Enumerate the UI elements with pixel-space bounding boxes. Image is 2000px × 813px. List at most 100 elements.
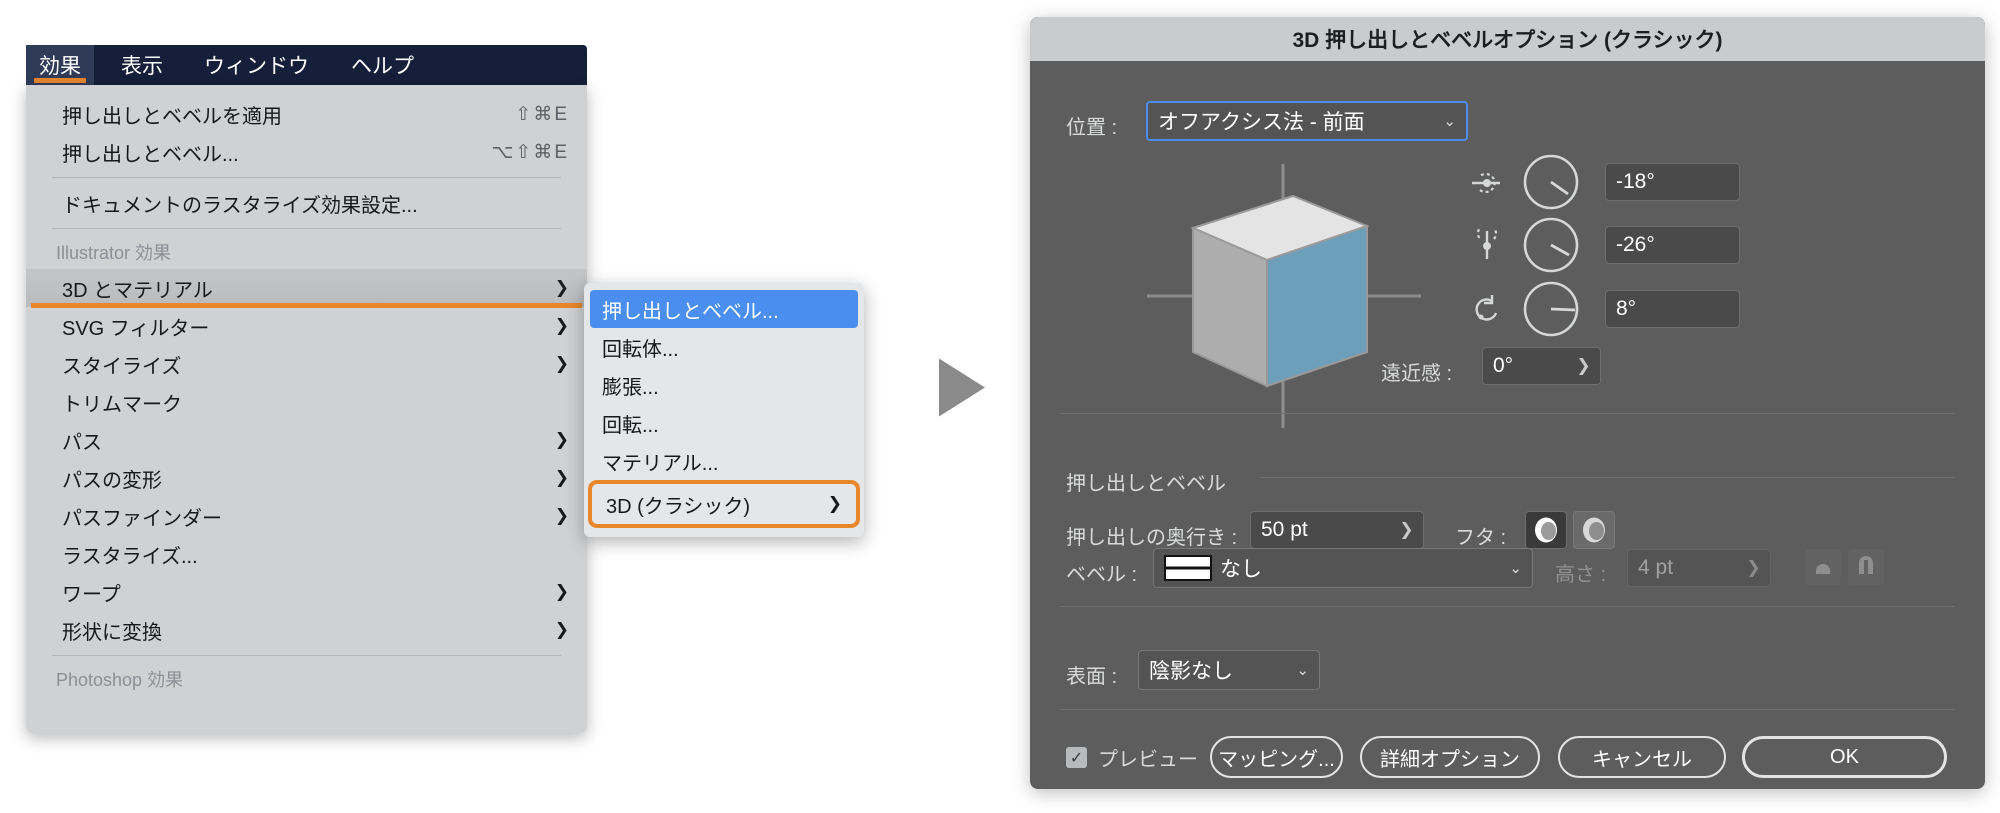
- preview-label: プレビュー: [1098, 749, 1198, 771]
- rotate-y-value: -26°: [1616, 233, 1655, 256]
- bevel-height-input: 4 pt: [1627, 549, 1737, 587]
- perspective-input[interactable]: 0°: [1482, 347, 1567, 385]
- position-select[interactable]: オフアクシス法 - 前面 ⌄: [1146, 101, 1468, 141]
- divider: [1060, 606, 1955, 607]
- cancel-button-label: キャンセル: [1592, 748, 1692, 771]
- menu-item-trim-marks[interactable]: トリムマーク: [26, 383, 587, 421]
- cap-label: フタ :: [1455, 527, 1507, 549]
- menu-group-label: Photoshop 効果: [56, 670, 184, 690]
- surface-select[interactable]: 陰影なし ⌄: [1138, 650, 1320, 690]
- cap-solid-button[interactable]: [1525, 511, 1567, 549]
- rotate-z-input[interactable]: 8°: [1605, 290, 1740, 328]
- ok-button-label: OK: [1830, 745, 1859, 768]
- menubar-item-view[interactable]: 表示: [108, 45, 176, 85]
- advanced-options-label: 詳細オプション: [1380, 748, 1520, 771]
- preview-checkbox-row[interactable]: ✓ プレビュー: [1066, 743, 1198, 772]
- 3d-materials-submenu: 押し出しとベベル... 回転体... 膨張... 回転... マテリアル... …: [584, 283, 864, 537]
- flow-arrow-icon: [935, 357, 989, 424]
- menu-item-path-distort[interactable]: パスの変形 ❯: [26, 459, 587, 497]
- menubar-item-help[interactable]: ヘルプ: [338, 45, 427, 85]
- chevron-down-icon: ⌄: [1296, 662, 1309, 679]
- bevel-height-stepper: ❯: [1737, 549, 1771, 587]
- menu-item-label: パスの変形: [62, 469, 162, 492]
- menu-item-path[interactable]: パス ❯: [26, 421, 587, 459]
- submenu-item-label: 膨張...: [602, 376, 659, 399]
- menu-item-apply-extrude-bevel[interactable]: 押し出しとベベルを適用 ⇧⌘E: [26, 95, 587, 133]
- ok-button[interactable]: OK: [1742, 736, 1947, 778]
- rotate-z-dial[interactable]: [1522, 280, 1580, 343]
- menu-item-convert-to-shape[interactable]: 形状に変換 ❯: [26, 611, 587, 649]
- rotate-y-dial[interactable]: [1522, 216, 1580, 279]
- menu-item-svg-filters[interactable]: SVG フィルター ❯: [26, 307, 587, 345]
- chevron-right-icon: ❯: [554, 506, 569, 525]
- position-label: 位置 :: [1066, 117, 1118, 139]
- menu-item-3d-and-materials[interactable]: 3D とマテリアル ❯: [26, 269, 587, 308]
- submenu-item-3d-classic[interactable]: 3D (クラシック) ❯: [588, 480, 860, 528]
- submenu-item-extrude-bevel[interactable]: 押し出しとベベル...: [590, 290, 858, 328]
- menubar-item-window[interactable]: ウィンドウ: [191, 45, 322, 85]
- menu-item-shortcut: ⇧⌘E: [515, 103, 569, 125]
- effects-dropdown-menu: 押し出しとベベルを適用 ⇧⌘E 押し出しとベベル... ⌥⇧⌘E ドキュメントの…: [26, 85, 587, 733]
- chevron-right-icon: ❯: [554, 430, 569, 449]
- menu-item-label: トリムマーク: [62, 393, 182, 416]
- submenu-item-label: 回転...: [602, 414, 659, 437]
- cancel-button[interactable]: キャンセル: [1558, 736, 1726, 778]
- rotate-x-dial[interactable]: [1522, 153, 1580, 216]
- bevel-select[interactable]: なし ⌄: [1153, 548, 1533, 588]
- menu-item-warp[interactable]: ワープ ❯: [26, 573, 587, 611]
- menu-item-label: パス: [62, 431, 102, 454]
- extrude-depth-stepper[interactable]: ❯: [1390, 511, 1424, 549]
- preview-checkbox[interactable]: ✓: [1066, 747, 1087, 768]
- submenu-item-revolve[interactable]: 回転体...: [584, 328, 864, 366]
- divider: [1060, 413, 1955, 414]
- submenu-item-rotate[interactable]: 回転...: [584, 404, 864, 442]
- menubar-item-label: 表示: [121, 55, 163, 78]
- menu-item-pathfinder[interactable]: パスファインダー ❯: [26, 497, 587, 535]
- menu-item-label: スタイライズ: [62, 355, 182, 378]
- page-title: 3D 押し出しとベベルオプション (クラシック): [1292, 29, 1723, 52]
- effects-menu-panel: 効果 表示 ウィンドウ ヘルプ 押し出しとベベルを適用 ⇧⌘E 押し出しとベベル…: [26, 45, 864, 733]
- menu-group-label: Illustrator 効果: [56, 243, 172, 263]
- chevron-down-icon: ⌄: [1443, 113, 1456, 130]
- menu-item-extrude-bevel[interactable]: 押し出しとベベル... ⌥⇧⌘E: [26, 133, 587, 171]
- position-select-value: オフアクシス法 - 前面: [1158, 111, 1365, 134]
- rotate-x-value: -18°: [1616, 170, 1655, 193]
- submenu-item-inflate[interactable]: 膨張...: [584, 366, 864, 404]
- extrude-depth-input[interactable]: 50 pt: [1250, 511, 1390, 549]
- chevron-right-icon: ❯: [1399, 520, 1414, 539]
- mapping-button[interactable]: マッピング...: [1210, 736, 1343, 778]
- check-icon: ✓: [1069, 749, 1084, 767]
- menu-item-shortcut: ⌥⇧⌘E: [491, 141, 569, 163]
- perspective-stepper[interactable]: ❯: [1567, 347, 1601, 385]
- extrude-depth-value: 50 pt: [1261, 518, 1308, 541]
- submenu-item-label: マテリアル...: [602, 452, 719, 475]
- advanced-options-button[interactable]: 詳細オプション: [1360, 736, 1540, 778]
- rotate-x-input[interactable]: -18°: [1605, 163, 1740, 201]
- menu-item-stylize[interactable]: スタイライズ ❯: [26, 345, 587, 383]
- bevel-label: ベベル :: [1066, 564, 1138, 586]
- mapping-button-label: マッピング...: [1218, 748, 1335, 771]
- menubar-item-label: ウィンドウ: [204, 55, 309, 78]
- menu-item-label: ドキュメントのラスタライズ効果設定...: [62, 194, 418, 217]
- rotate-y-input[interactable]: -26°: [1605, 226, 1740, 264]
- chevron-right-icon: ❯: [554, 582, 569, 601]
- rotate-y-icon: [1470, 223, 1504, 268]
- extrude-section-header: 押し出しとベベル: [1066, 473, 1226, 495]
- chevron-right-icon: ❯: [554, 354, 569, 373]
- submenu-item-label: 3D (クラシック): [606, 495, 751, 518]
- bevel-height-value: 4 pt: [1638, 556, 1674, 579]
- menubar-item-effect[interactable]: 効果: [26, 45, 94, 85]
- menu-item-document-raster-settings[interactable]: ドキュメントのラスタライズ効果設定...: [26, 184, 587, 222]
- menu-item-rasterize[interactable]: ラスタライズ...: [26, 535, 587, 573]
- 3d-extrude-bevel-options-dialog: 3D 押し出しとベベルオプション (クラシック) 位置 : オフアクシス法 - …: [1030, 17, 1985, 789]
- menu-item-label: SVG フィルター: [62, 317, 210, 340]
- menubar-item-label: ヘルプ: [351, 55, 414, 78]
- surface-label: 表面 :: [1066, 666, 1118, 688]
- menu-group-illustrator-effects: Illustrator 効果: [26, 235, 587, 269]
- cap-hollow-button[interactable]: [1573, 511, 1615, 549]
- submenu-item-materials[interactable]: マテリアル...: [584, 442, 864, 480]
- cube-preview[interactable]: [1135, 156, 1435, 441]
- extrude-depth-label: 押し出しの奥行き :: [1066, 527, 1238, 549]
- surface-select-value: 陰影なし: [1149, 660, 1233, 683]
- menu-item-label: 押し出しとベベルを適用: [62, 105, 282, 128]
